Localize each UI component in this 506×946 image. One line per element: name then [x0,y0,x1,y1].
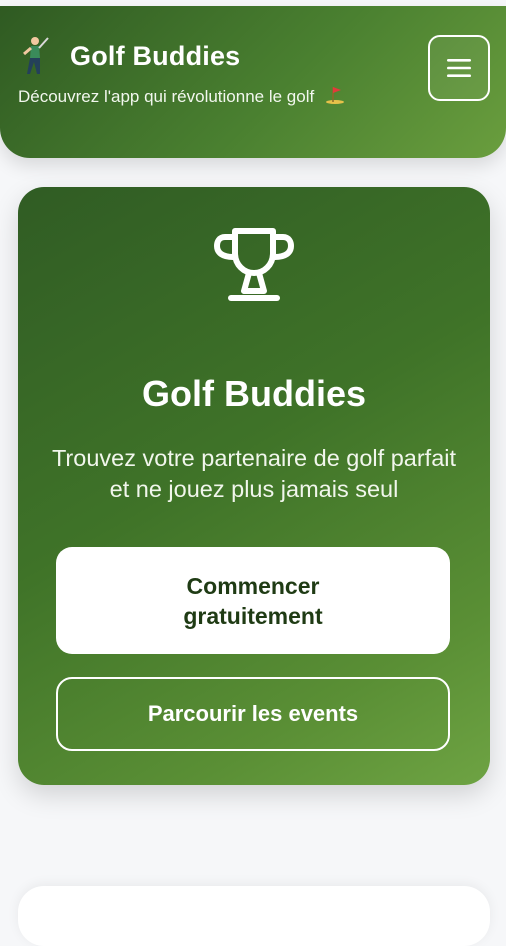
brand[interactable]: Golf Buddies [18,36,240,76]
hamburger-menu-icon [447,59,471,77]
app-header: Golf Buddies Découvrez l'app qui révolut… [0,6,506,158]
app-title: Golf Buddies [70,40,241,71]
trophy-icon [214,228,294,301]
next-section-card [18,886,490,946]
hero-subtitle: Trouvez votre partenaire de golf parfait… [51,445,457,502]
hero-card: Golf Buddies Trouvez votre partenaire de… [18,187,490,785]
hero-title: Golf Buddies [142,373,366,414]
header-tagline: Découvrez l'app qui révolutionne le golf [18,86,345,107]
golf-flag-icon [325,87,344,104]
start-free-button[interactable]: Commencer gratuitement [56,547,450,654]
menu-button[interactable] [428,35,490,101]
browse-events-button[interactable]: Parcourir les events [56,677,450,751]
tagline-text: Découvrez l'app qui révolutionne le golf [18,87,315,106]
golfer-icon [23,37,49,74]
